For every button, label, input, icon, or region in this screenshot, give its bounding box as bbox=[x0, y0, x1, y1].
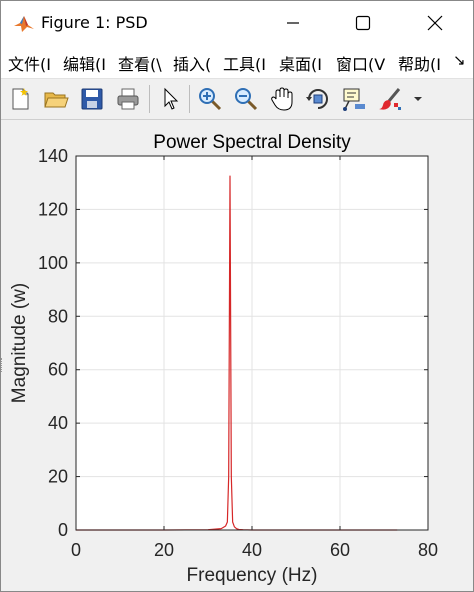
window-title: Figure 1: PSD bbox=[41, 13, 148, 32]
x-tick-label: 60 bbox=[330, 540, 350, 560]
brush-button[interactable] bbox=[377, 86, 403, 112]
data-cursor-button[interactable] bbox=[341, 86, 367, 112]
figure-canvas[interactable]: 0 20 40 60 80 0 20 40 60 80 100 120 140 Power Spectr… bbox=[1, 120, 473, 591]
x-tick-label: 0 bbox=[71, 540, 81, 560]
open-file-button[interactable] bbox=[43, 86, 69, 112]
matlab-logo-icon bbox=[14, 16, 34, 32]
y-axis-label: Magnitude (w) bbox=[9, 283, 30, 403]
menu-overflow-icon[interactable]: ↘ bbox=[453, 51, 466, 69]
save-icon bbox=[81, 88, 103, 110]
close-icon bbox=[427, 15, 443, 31]
toolbar-separator bbox=[189, 85, 190, 113]
maximize-button[interactable] bbox=[331, 1, 395, 45]
y-tick-label: 120 bbox=[38, 199, 68, 219]
psd-chart[interactable]: 0 20 40 60 80 0 20 40 60 80 100 120 140 Power Spectr… bbox=[1, 120, 473, 591]
x-tick-label: 20 bbox=[154, 540, 174, 560]
pan-hand-icon bbox=[271, 87, 293, 111]
new-figure-icon bbox=[12, 88, 29, 110]
y-tick-label: 100 bbox=[38, 253, 68, 273]
y-tick-label: 40 bbox=[48, 413, 68, 433]
rotate-3d-button[interactable] bbox=[305, 86, 331, 112]
y-tick-label: 60 bbox=[48, 360, 68, 380]
menu-help[interactable]: 帮助(I bbox=[398, 51, 441, 75]
menu-insert[interactable]: 插入( bbox=[173, 51, 211, 75]
rotate-3d-icon bbox=[306, 89, 328, 109]
brush-dropdown-button[interactable] bbox=[411, 86, 425, 112]
print-icon bbox=[117, 88, 139, 110]
brush-icon bbox=[379, 88, 401, 110]
menu-view[interactable]: 查看(\ bbox=[118, 51, 162, 75]
open-file-icon bbox=[44, 92, 69, 108]
save-button[interactable] bbox=[79, 86, 105, 112]
minimize-button[interactable] bbox=[261, 1, 325, 45]
menu-edit[interactable]: 编辑(I bbox=[63, 51, 106, 75]
x-tick-label: 80 bbox=[418, 540, 438, 560]
x-axis-label: Frequency (Hz) bbox=[187, 565, 318, 586]
menu-window[interactable]: 窗口(V bbox=[336, 51, 385, 75]
data-cursor-icon bbox=[343, 88, 365, 111]
figure-toolbar bbox=[1, 79, 473, 120]
maximize-icon bbox=[355, 15, 371, 31]
chart-title: Power Spectral Density bbox=[153, 132, 351, 153]
minimize-icon bbox=[287, 22, 299, 24]
zoom-out-icon bbox=[235, 88, 258, 111]
y-tick-label: 80 bbox=[48, 306, 68, 326]
pan-button[interactable] bbox=[269, 86, 295, 112]
zoom-in-icon bbox=[199, 88, 222, 111]
y-tick-label: 0 bbox=[58, 520, 68, 540]
zoom-in-button[interactable] bbox=[197, 86, 223, 112]
toolbar-separator bbox=[149, 85, 150, 113]
select-arrow-icon bbox=[164, 87, 179, 110]
y-tick-label: 140 bbox=[38, 146, 68, 166]
figure-window: Figure 1: PSD 文件(I 编辑(I 查看(\ 插入( 工具(I 桌面… bbox=[0, 0, 474, 592]
menu-bar: 文件(I 编辑(I 查看(\ 插入( 工具(I 桌面(I 窗口(V 帮助(I ↘ bbox=[1, 45, 473, 79]
select-button[interactable] bbox=[157, 86, 183, 112]
close-button[interactable] bbox=[403, 1, 467, 45]
x-tick-label: 40 bbox=[242, 540, 262, 560]
dropdown-arrow-icon bbox=[414, 97, 422, 101]
new-figure-button[interactable] bbox=[7, 86, 33, 112]
y-tick-label: 20 bbox=[48, 467, 68, 487]
menu-desktop[interactable]: 桌面(I bbox=[279, 51, 322, 75]
zoom-out-button[interactable] bbox=[233, 86, 259, 112]
print-button[interactable] bbox=[115, 86, 141, 112]
menu-tools[interactable]: 工具(I bbox=[223, 51, 266, 75]
menu-file[interactable]: 文件(I bbox=[8, 51, 51, 75]
title-bar[interactable]: Figure 1: PSD bbox=[1, 1, 473, 45]
